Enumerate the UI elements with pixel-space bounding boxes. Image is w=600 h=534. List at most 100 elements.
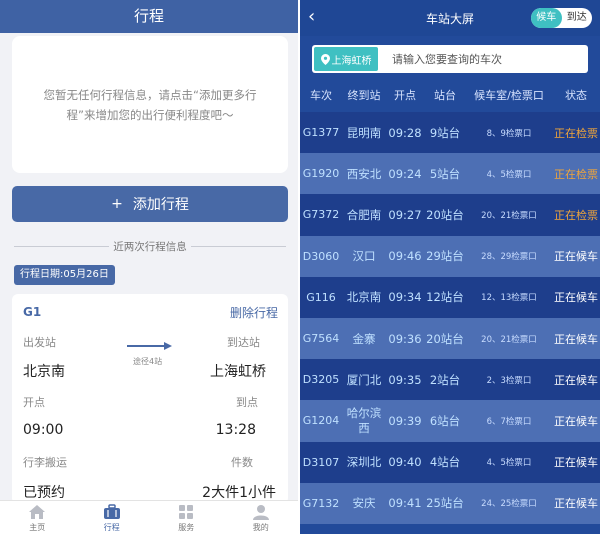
destination-cell: 昆明南 — [346, 125, 382, 140]
location-pin-icon — [320, 53, 330, 65]
header-platform: 站台 — [434, 89, 456, 102]
wait-arrive-toggle[interactable]: 候车 到达 — [531, 8, 592, 28]
destination-cell: 安庆 — [352, 496, 376, 511]
header-gate: 候车室/检票口 — [474, 89, 544, 102]
table-row[interactable]: D3107 深圳北 09:40 4站台 4、5检票口 正在候车 — [300, 441, 600, 483]
page-title: 行程 — [0, 0, 298, 33]
platform-cell: 6站台 — [429, 413, 461, 428]
briefcase-icon — [103, 504, 120, 519]
gate-cell: 4、5检票口 — [486, 458, 532, 469]
search-bar: 上海虹桥 — [312, 45, 588, 73]
header-status: 状态 — [565, 89, 587, 102]
add-trip-label: 添加行程 — [132, 197, 189, 213]
delete-trip-button[interactable]: 删除行程 — [230, 304, 278, 321]
gate-cell: 12、13检票口 — [481, 293, 537, 304]
header-time: 开点 — [394, 89, 416, 102]
gate-cell: 4、5检票口 — [486, 169, 532, 180]
tab-trip[interactable]: 行程 — [75, 501, 150, 534]
destination-cell: 厦门北 — [346, 372, 382, 387]
gate-cell: 2、3检票口 — [486, 375, 532, 386]
platform-cell: 4站台 — [429, 455, 461, 470]
time-cell: 09:40 — [388, 455, 422, 470]
train-search-input[interactable] — [392, 52, 582, 66]
tab-home[interactable]: 主页 — [0, 501, 75, 534]
via-stops: 途径4站 — [133, 357, 163, 366]
status-cell: 正在候车 — [554, 456, 598, 470]
depart-time: 09:00 — [23, 422, 64, 438]
train-cell: D3060 — [302, 249, 340, 263]
table-row[interactable]: D3205 厦门北 09:35 2站台 2、3检票口 正在候车 — [300, 359, 600, 401]
destination-cell: 合肥南 — [346, 207, 382, 222]
platform-cell: 25站台 — [426, 496, 464, 511]
time-cell: 09:46 — [388, 249, 422, 264]
header-train: 车次 — [310, 89, 332, 102]
platform-cell: 20站台 — [426, 331, 464, 346]
train-cell: G7372 — [302, 208, 340, 222]
platform-cell: 5站台 — [429, 166, 461, 181]
platform-cell: 29站台 — [426, 249, 464, 264]
status-cell: 正在检票 — [554, 126, 598, 140]
train-cell: G1920 — [302, 167, 340, 181]
table-row[interactable]: G7132 安庆 09:41 25站台 24、25检票口 正在候车 — [300, 482, 600, 524]
status-cell: 正在候车 — [554, 373, 598, 387]
table-row[interactable]: G1377 昆明南 09:28 9站台 8、9检票口 正在检票 — [300, 112, 600, 154]
destination-cell: 西安北 — [346, 166, 382, 181]
add-trip-button[interactable]: + 添加行程 — [12, 186, 288, 222]
platform-cell: 20站台 — [426, 207, 464, 222]
toggle-arrival[interactable]: 到达 — [562, 8, 593, 28]
table-row[interactable]: D3060 汉口 09:46 29站台 28、29检票口 正在候车 — [300, 235, 600, 277]
home-icon — [29, 505, 46, 519]
train-cell: D3205 — [302, 373, 340, 387]
time-cell: 09:41 — [388, 496, 422, 511]
destination-cell: 汉口 — [352, 249, 376, 264]
status-cell: 正在候车 — [554, 332, 598, 346]
gate-cell: 6、7检票口 — [486, 416, 532, 427]
status-cell: 正在候车 — [554, 497, 598, 511]
pieces-label: 件数 — [231, 456, 253, 469]
table-row[interactable]: G1920 西安北 09:24 5站台 4、5检票口 正在检票 — [300, 153, 600, 195]
tab-label: 主页 — [29, 523, 46, 532]
station-selector[interactable]: 上海虹桥 — [314, 47, 378, 71]
time-cell: 09:28 — [388, 125, 422, 140]
divider-text: 近两次行程信息 — [113, 240, 187, 253]
table-row[interactable]: G7564 金寨 09:36 20站台 20、21检票口 正在候车 — [300, 317, 600, 360]
tab-mine[interactable]: 我的 — [224, 501, 299, 534]
recent-trips-divider: 近两次行程信息 — [14, 238, 286, 254]
divider-line — [190, 245, 286, 247]
gate-cell: 8、9检票口 — [486, 128, 532, 139]
train-cell: G7132 — [302, 496, 340, 510]
depart-station-label: 出发站 — [23, 336, 56, 349]
table-row[interactable]: G7372 合肥南 09:27 20站台 20、21检票口 正在检票 — [300, 194, 600, 236]
grid-icon — [179, 505, 194, 519]
empty-message: 您暂无任何行程信息，请点击“添加更多行程”来增加您的出行便利程度吧〜 — [43, 87, 257, 122]
tab-service[interactable]: 服务 — [149, 501, 224, 534]
train-cell: D3107 — [302, 455, 340, 469]
time-cell: 09:34 — [388, 290, 422, 305]
arrive-time-label: 到点 — [236, 396, 258, 409]
time-cell: 09:24 — [388, 166, 422, 181]
arrive-station-label: 到达站 — [227, 336, 260, 349]
table-row[interactable]: G116 北京南 09:34 12站台 12、13检票口 正在候车 — [300, 276, 600, 318]
divider-line — [14, 245, 110, 247]
train-cell: G116 — [306, 290, 336, 304]
trip-screen: 行程 您暂无任何行程信息，请点击“添加更多行程”来增加您的出行便利程度吧〜 + … — [0, 0, 298, 534]
luggage-value: 已预约 — [23, 485, 65, 501]
gate-cell: 20、21检票口 — [481, 210, 537, 221]
depart-time-label: 开点 — [23, 396, 45, 409]
time-cell: 09:36 — [388, 331, 422, 346]
table-row[interactable]: G1204 哈尔滨西 09:39 6站台 6、7检票口 正在候车 — [300, 400, 600, 442]
board-table-body: G1377 昆明南 09:28 9站台 8、9检票口 正在检票 G1920 西安… — [300, 112, 600, 524]
trip-card[interactable]: G1 删除行程 出发站 到达站 途径4站 北京南 上海虹桥 开点 到点 09:0… — [12, 294, 288, 504]
board-header: ‹ 车站大屏 候车 到达 — [300, 0, 600, 36]
train-number: G1 — [23, 305, 42, 319]
station-board-screen: ‹ 车站大屏 候车 到达 上海虹桥 车次 终到站 开点 站台 候车室/检票口 状… — [300, 0, 600, 534]
platform-cell: 2站台 — [429, 372, 461, 387]
toggle-waiting[interactable]: 候车 — [531, 8, 562, 28]
arrive-station: 上海虹桥 — [210, 364, 266, 380]
empty-trips-card: 您暂无任何行程信息，请点击“添加更多行程”来增加您的出行便利程度吧〜 — [12, 36, 288, 173]
tab-label: 行程 — [103, 523, 120, 532]
destination-cell: 金寨 — [352, 331, 376, 346]
gate-cell: 28、29检票口 — [481, 252, 537, 263]
status-cell: 正在候车 — [554, 250, 598, 264]
time-cell: 09:35 — [388, 372, 422, 387]
